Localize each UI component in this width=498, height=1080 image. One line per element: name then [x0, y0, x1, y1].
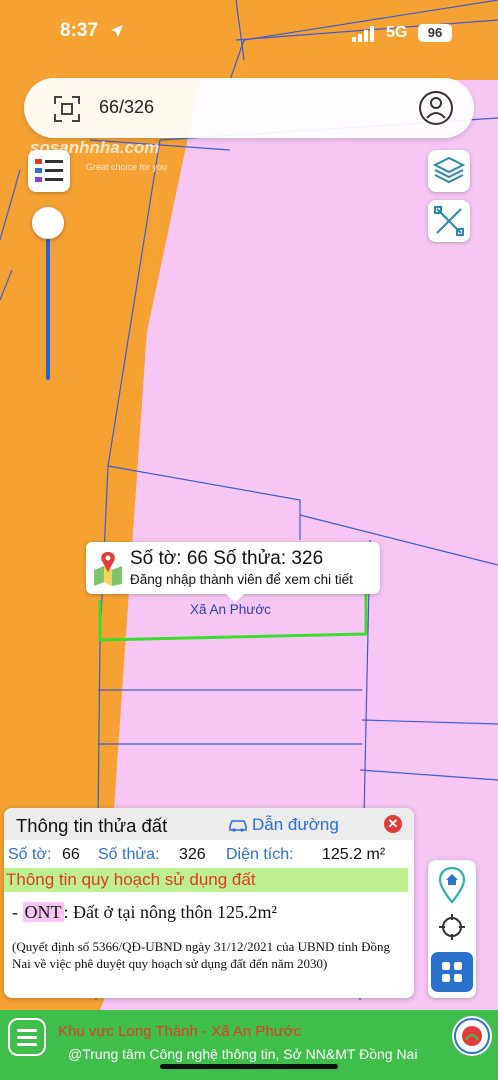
planning-section-title: Thông tin quy hoạch sử dụng đất	[6, 870, 256, 889]
info-panel-title: Thông tin thửa đất	[16, 815, 168, 836]
crosshair-icon[interactable]	[437, 912, 467, 942]
opacity-slider-knob[interactable]	[32, 207, 64, 239]
popup-title: Số tờ: 66 Số thửa: 326	[130, 548, 324, 569]
map-tool-stack	[428, 860, 476, 998]
layers-icon	[433, 156, 465, 184]
close-icon[interactable]: ✕	[384, 815, 402, 833]
watermark-tagline: Great choice for you	[86, 162, 168, 172]
map-pin-icon	[94, 552, 122, 586]
legend-list-icon	[35, 159, 63, 182]
ruler-pencil-icon	[434, 206, 464, 236]
land-use-code: ONT	[22, 902, 64, 922]
parcel-popup[interactable]: Số tờ: 66 Số thửa: 326 Đăng nhập thành v…	[86, 542, 380, 603]
battery-indicator: 96	[418, 24, 452, 42]
network-type: 5G	[386, 24, 408, 41]
decision-note: (Quyết định số 5366/QĐ-UBND ngày 31/12/2…	[12, 939, 391, 971]
footer-bar: Khu vực Long Thành - Xã An Phước @Trung …	[0, 1010, 498, 1080]
area-value: 125.2 m²	[322, 846, 386, 863]
legend-button[interactable]	[28, 150, 70, 192]
planning-section-header: Thông tin quy hoạch sử dụng đất	[4, 868, 408, 892]
menu-button[interactable]	[8, 1018, 46, 1056]
hamburger-icon	[17, 1029, 37, 1046]
home-location-icon[interactable]	[437, 866, 467, 904]
search-input[interactable]: 66/326	[99, 97, 154, 118]
status-time: 8:37	[60, 20, 99, 41]
apps-grid-icon	[442, 962, 462, 982]
info-panel-header: Thông tin thửa đất Dẫn đường ✕	[4, 808, 414, 840]
parcel-label: Số thửa:	[98, 846, 160, 863]
scan-icon[interactable]	[54, 96, 80, 122]
footer-credit-text: @Trung tâm Công nghệ thông tin, Sở NN&MT…	[68, 1046, 418, 1062]
user-account-icon[interactable]	[418, 90, 454, 126]
search-bar[interactable]: 66/326	[24, 78, 474, 138]
commune-label: Xã An Phước	[190, 602, 271, 617]
footer-area-text: Khu vực Long Thành - Xã An Phước	[58, 1023, 302, 1040]
land-use-desc: : Đất ở tại nông thôn 125.2m²	[63, 902, 277, 922]
area-label: Diện tích:	[226, 846, 294, 863]
layers-button[interactable]	[428, 150, 470, 192]
parcel-value: 326	[179, 846, 206, 863]
measure-tool-button[interactable]	[428, 200, 470, 242]
sheet-label: Số tờ:	[8, 846, 52, 863]
land-use-prefix: -	[12, 902, 23, 922]
agency-logo	[452, 1016, 492, 1056]
sheet-value: 66	[62, 846, 80, 863]
orange-zone-top	[0, 0, 244, 80]
apps-grid-button[interactable]	[431, 952, 473, 992]
parcel-info-panel: Thông tin thửa đất Dẫn đường ✕ Số tờ: 66…	[4, 808, 414, 998]
directions-link[interactable]: Dẫn đường	[252, 815, 339, 835]
land-use-line: - ONT: Đất ở tại nông thôn 125.2m²	[12, 902, 277, 923]
popup-subtitle[interactable]: Đăng nhập thành viên để xem chi tiết	[130, 572, 353, 587]
home-indicator[interactable]	[160, 1064, 338, 1069]
opacity-slider-track[interactable]	[46, 228, 50, 380]
signal-icon	[352, 26, 374, 42]
car-icon[interactable]	[228, 818, 248, 832]
location-arrow-icon	[111, 25, 123, 37]
